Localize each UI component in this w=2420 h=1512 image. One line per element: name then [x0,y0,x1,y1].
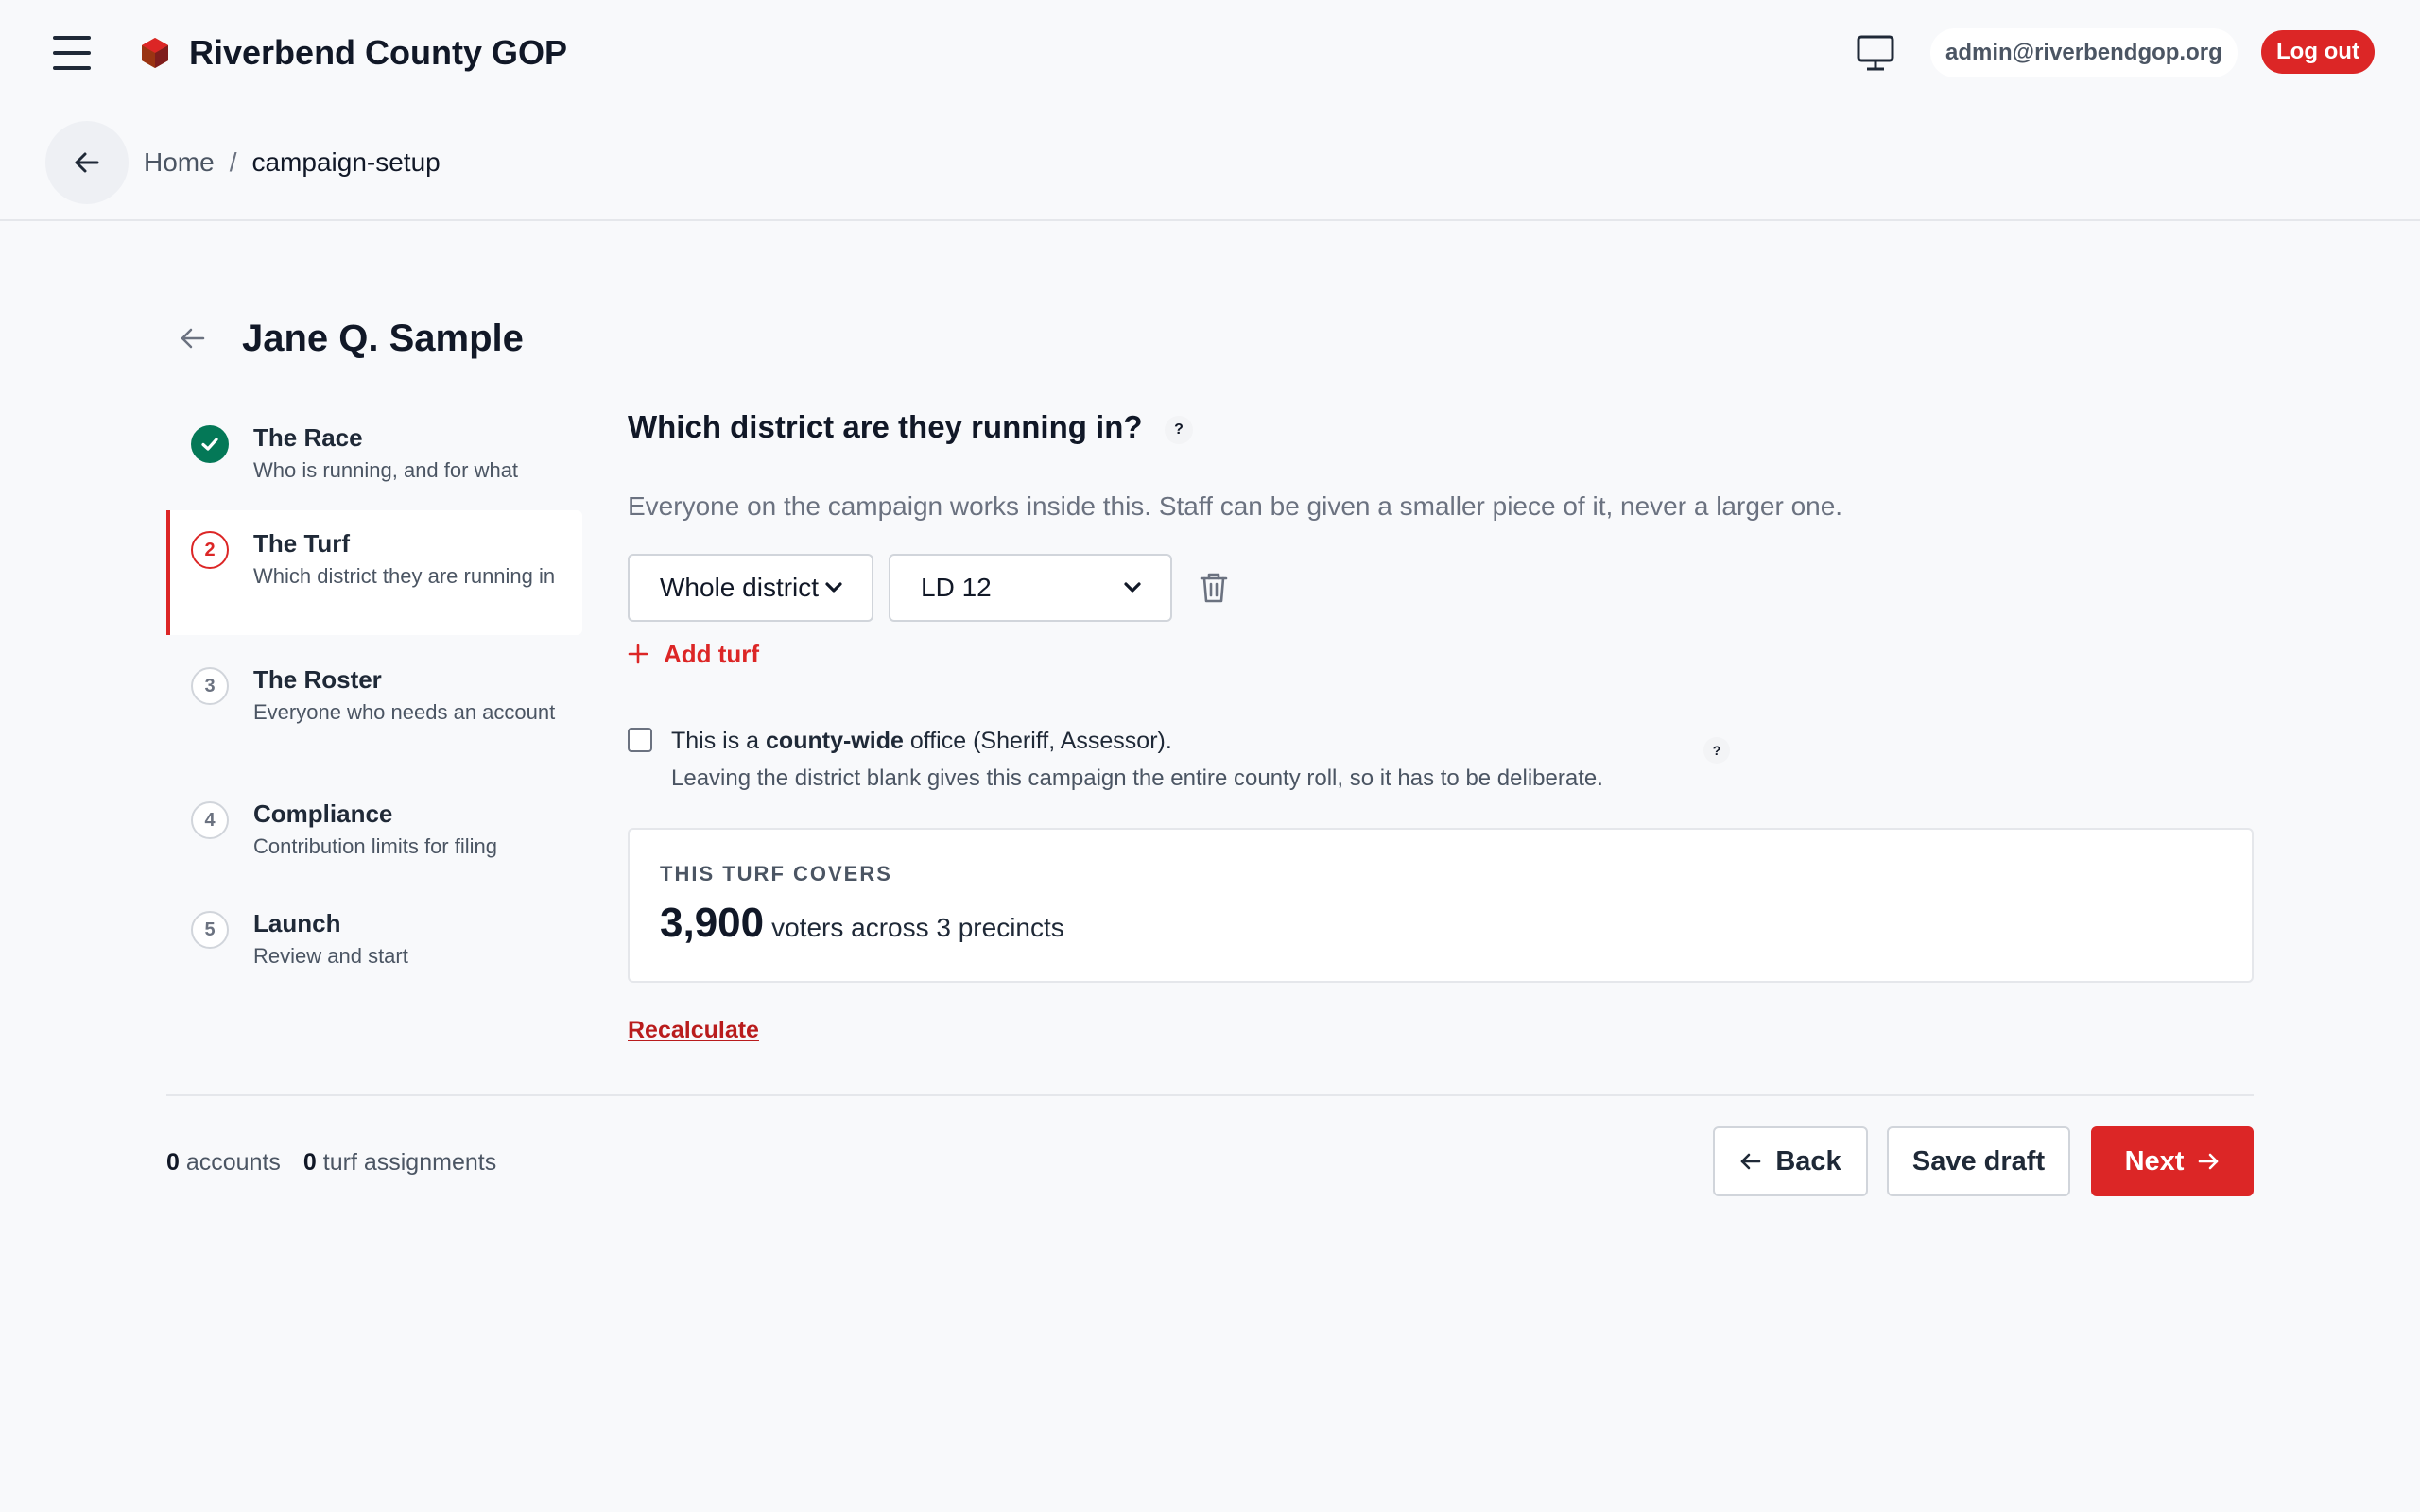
step-subtitle: Which district they are running in [253,564,556,588]
coverage-label: THIS TURF COVERS [660,862,892,885]
step-title: The Turf [253,529,351,558]
voter-count: 3,900 [660,900,765,946]
arrow-left-icon [1741,1153,1761,1170]
chevron-down-icon [1124,582,1141,593]
countywide-note: Leaving the district blank gives this ca… [671,765,1603,791]
turf-count-label: turf assignments [322,1149,497,1176]
header-divider [0,219,2420,221]
accounts-count-label: accounts [185,1149,281,1176]
step-title: The Roster [253,665,382,694]
step-title: Launch [253,909,341,937]
accounts-count: 0 accounts [166,1145,281,1179]
plus-icon [628,644,648,664]
arrow-left-icon [75,152,99,173]
countywide-label-post: office (Sheriff, Assessor). [903,728,1172,754]
brand-logo-icon [142,38,168,68]
coverage-value: 3,900 voters across 3 precincts [660,900,1064,947]
step-the-race[interactable]: The Race Who is running, and for what [166,416,582,510]
step-number: 4 [191,801,229,839]
step-compliance[interactable]: 4 Compliance Contribution limits for fil… [166,786,582,881]
turf-description: Everyone on the campaign works inside th… [628,491,1843,521]
chevron-down-icon [825,582,842,593]
arrow-right-icon [2199,1153,2219,1170]
turf-assignments-count: 0 turf assignments [303,1145,496,1179]
next-button[interactable]: Next [2091,1126,2254,1196]
countywide-label-bold: county-wide [766,728,904,754]
back-button-label: Back [1775,1145,1841,1177]
add-turf-label: Add turf [664,640,760,668]
step-subtitle: Who is running, and for what [253,458,519,482]
turf-question: Which district are they running in? [628,409,1143,444]
step-title: Compliance [253,799,393,828]
step-number: 2 [191,531,229,569]
countywide-label: This is a county-wide office (Sheriff, A… [671,724,1172,758]
page-title: Jane Q. Sample [242,318,524,359]
add-turf-button[interactable]: Add turf [628,637,759,671]
step-number: 3 [191,667,229,705]
help-icon[interactable]: ? [1703,737,1730,764]
district-value: LD 12 [921,573,992,602]
step-number: 5 [191,911,229,949]
summary-counts: 0 accounts 0 turf assignments [166,1145,496,1179]
accounts-count-number: 0 [166,1149,180,1176]
countywide-label-pre: This is a [671,728,767,754]
countywide-checkbox[interactable] [628,728,652,752]
step-launch[interactable]: 5 Launch Review and start [166,896,582,990]
breadcrumb-home-link[interactable]: Home [144,144,215,181]
turf-scope-value: Whole district [660,573,820,602]
title-back-arrow-icon[interactable] [176,321,210,355]
breadcrumb-back-button[interactable] [45,121,129,204]
logout-button[interactable]: Log out [2261,30,2375,74]
step-the-turf[interactable]: 2 The Turf Which district they are runni… [166,510,582,635]
trash-icon[interactable] [1197,571,1231,605]
turf-scope-select[interactable]: Whole district [628,554,873,622]
step-subtitle: Everyone who needs an account [253,700,556,724]
back-button[interactable]: Back [1713,1126,1868,1196]
monitor-icon[interactable] [1855,34,1896,72]
footer-divider [166,1094,2254,1096]
step-title: The Race [253,423,363,452]
save-draft-button[interactable]: Save draft [1887,1126,2070,1196]
help-icon[interactable]: ? [1165,416,1193,444]
turf-count-number: 0 [302,1149,317,1176]
breadcrumb: Home / campaign-setup [144,144,441,181]
breadcrumb-current: campaign-setup [251,147,441,177]
step-the-roster[interactable]: 3 The Roster Everyone who needs an accou… [166,652,582,765]
recalculate-link[interactable]: Recalculate [628,1013,759,1047]
step-complete-check-icon [191,425,229,463]
next-button-label: Next [2124,1145,2185,1177]
hamburger-icon[interactable] [53,36,91,70]
coverage-detail: voters across 3 precincts [771,913,1064,942]
step-subtitle: Contribution limits for filing [253,834,497,858]
save-draft-label: Save draft [1911,1145,2046,1177]
user-email: admin@riverbendgop.org [1930,28,2238,77]
breadcrumb-separator: / [229,147,237,177]
brand-name: Riverbend County GOP [189,33,568,72]
step-subtitle: Review and start [253,944,408,968]
district-select[interactable]: LD 12 [889,554,1172,622]
